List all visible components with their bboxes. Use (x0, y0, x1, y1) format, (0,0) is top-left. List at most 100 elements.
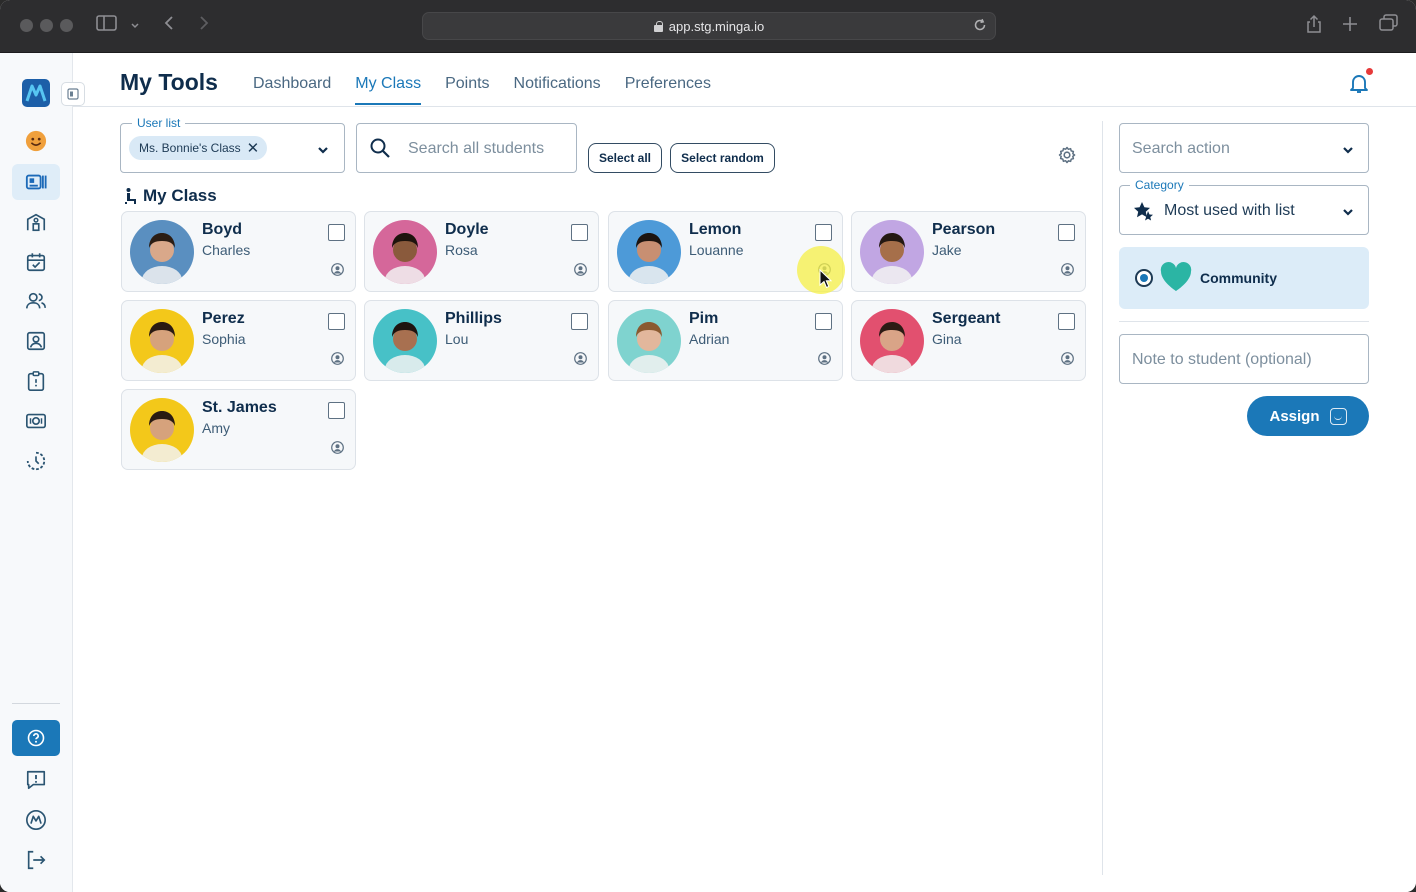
sidebar-toggle-icon[interactable] (96, 14, 118, 38)
category-label: Category (1130, 178, 1189, 192)
student-card[interactable]: Phillips Lou (364, 300, 599, 381)
minga-badge-icon[interactable] (12, 802, 60, 838)
student-last-name: St. James (202, 399, 277, 416)
category-select[interactable]: Category Most used with list (1119, 178, 1369, 235)
student-last-name: Boyd (202, 221, 242, 238)
section-title-text: My Class (143, 186, 217, 205)
chevron-down-icon[interactable] (1342, 143, 1354, 155)
tab-dashboard[interactable]: Dashboard (253, 75, 331, 105)
student-card[interactable]: Sergeant Gina (851, 300, 1086, 381)
tab-overview-icon[interactable] (1379, 14, 1399, 38)
student-checkbox[interactable] (328, 402, 345, 419)
user-list-chip: Ms. Bonnie's Class ✕ (129, 136, 268, 160)
assign-label: Assign (1269, 407, 1320, 425)
tab-points[interactable]: Points (445, 75, 489, 105)
minga-logo-icon[interactable] (12, 75, 60, 111)
profile-icon[interactable] (331, 263, 344, 276)
school-icon[interactable] (12, 204, 60, 240)
profile-icon[interactable] (331, 352, 344, 365)
profile-icon[interactable] (574, 352, 587, 365)
sidebar-divider (12, 703, 60, 704)
student-first-name: Gina (932, 331, 962, 347)
student-card[interactable]: Pearson Jake (851, 211, 1086, 292)
profile-icon[interactable] (818, 352, 831, 365)
profile-icon[interactable] (1061, 263, 1074, 276)
url-text: app.stg.minga.io (668, 19, 765, 34)
tab-preferences[interactable]: Preferences (625, 75, 711, 105)
student-card[interactable]: Perez Sophia (121, 300, 356, 381)
id-card-icon[interactable] (12, 164, 60, 200)
people-icon[interactable] (12, 283, 60, 319)
new-tab-icon[interactable] (1342, 14, 1358, 38)
share-icon[interactable] (1305, 14, 1323, 40)
chevron-down-icon[interactable] (317, 143, 329, 155)
notification-dot (1366, 68, 1373, 75)
student-checkbox[interactable] (571, 313, 588, 330)
student-checkbox[interactable] (1058, 313, 1075, 330)
app-area: My Tools Dashboard My Class Points Notif… (0, 53, 1416, 892)
select-random-button[interactable]: Select random (670, 143, 775, 173)
student-last-name: Pim (689, 310, 719, 327)
gear-icon[interactable] (1057, 145, 1077, 165)
panel-separator (1119, 321, 1369, 322)
student-first-name: Amy (202, 420, 230, 436)
forward-icon[interactable] (197, 14, 211, 38)
help-button[interactable] (12, 720, 60, 756)
student-checkbox[interactable] (571, 224, 588, 241)
search-action-select[interactable]: Search action (1119, 123, 1369, 173)
mouse-pointer-icon (819, 268, 833, 289)
collapse-sidebar-button[interactable] (61, 82, 85, 106)
progress-icon[interactable] (12, 443, 60, 479)
student-card[interactable]: Boyd Charles (121, 211, 356, 292)
minimize-window-button[interactable] (40, 19, 53, 32)
student-card[interactable]: St. James Amy (121, 389, 356, 470)
student-first-name: Adrian (689, 331, 730, 347)
logout-icon[interactable] (12, 842, 60, 878)
header-divider (73, 106, 1416, 107)
command-icon (1329, 407, 1347, 425)
ticket-icon[interactable] (12, 403, 60, 439)
feedback-icon[interactable] (12, 762, 60, 798)
community-radio[interactable] (1135, 269, 1153, 287)
student-last-name: Perez (202, 310, 245, 327)
close-window-button[interactable] (20, 19, 33, 32)
zoom-window-button[interactable] (60, 19, 73, 32)
avatar (373, 220, 437, 284)
chevron-down-icon[interactable] (1342, 205, 1354, 217)
student-checkbox[interactable] (815, 313, 832, 330)
chevron-down-icon[interactable] (130, 17, 140, 41)
avatar (130, 220, 194, 284)
browser-window: app.stg.minga.io My Tools Dashboard My C… (0, 0, 1416, 892)
student-card[interactable]: Doyle Rosa (364, 211, 599, 292)
student-first-name: Jake (932, 242, 962, 258)
student-checkbox[interactable] (328, 313, 345, 330)
back-icon[interactable] (162, 14, 176, 38)
address-bar[interactable]: app.stg.minga.io (422, 12, 996, 40)
profile-icon[interactable] (331, 441, 344, 454)
smiley-icon[interactable] (12, 123, 60, 159)
student-checkbox[interactable] (1058, 224, 1075, 241)
search-icon (370, 138, 390, 158)
profile-icon[interactable] (1061, 352, 1074, 365)
tab-my-class[interactable]: My Class (355, 75, 422, 105)
student-checkbox[interactable] (328, 224, 345, 241)
tab-notifications[interactable]: Notifications (514, 75, 601, 105)
note-input[interactable]: Note to student (optional) (1119, 334, 1369, 384)
student-checkbox[interactable] (815, 224, 832, 241)
profile-icon[interactable] (574, 263, 587, 276)
student-card[interactable]: Pim Adrian (608, 300, 843, 381)
student-first-name: Rosa (445, 242, 478, 258)
select-all-button[interactable]: Select all (588, 143, 662, 173)
calendar-check-icon[interactable] (12, 244, 60, 280)
clipboard-icon[interactable] (12, 363, 60, 399)
close-icon[interactable]: ✕ (247, 141, 260, 156)
action-option-community[interactable]: Community (1119, 247, 1369, 309)
student-search-input[interactable]: Search all students (356, 123, 577, 173)
user-list-select[interactable]: User list Ms. Bonnie's Class ✕ (120, 116, 345, 173)
portrait-icon[interactable] (12, 323, 60, 359)
lock-icon (653, 21, 663, 32)
reload-icon[interactable] (973, 18, 987, 35)
avatar (617, 309, 681, 373)
assign-button[interactable]: Assign (1247, 396, 1369, 436)
avatar (130, 398, 194, 462)
